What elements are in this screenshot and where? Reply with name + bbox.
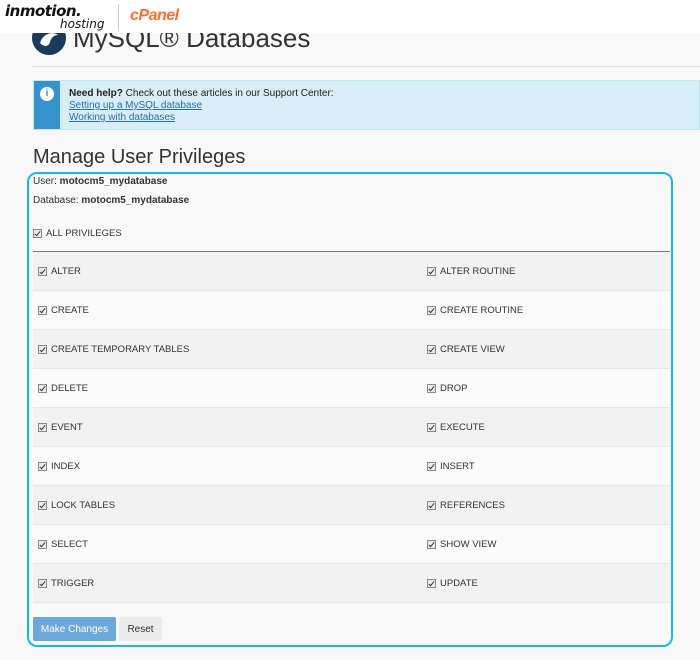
privilege-checkbox[interactable] — [38, 267, 47, 276]
privilege-label: CREATE ROUTINE — [440, 305, 524, 316]
privilege-checkbox[interactable] — [38, 579, 47, 588]
privilege-label: REFERENCES — [440, 500, 505, 511]
privilege-row: ALTER ALTER ROUTINE — [33, 252, 670, 291]
privilege-checkbox[interactable] — [427, 462, 436, 471]
privilege-option[interactable]: ALTER — [38, 266, 81, 277]
privilege-option[interactable]: ALTER ROUTINE — [427, 266, 515, 277]
info-icon: i — [40, 87, 54, 101]
privilege-option[interactable]: SELECT — [38, 539, 88, 550]
help-link-working-with-databases[interactable]: Working with databases — [69, 112, 175, 123]
privilege-label: EVENT — [51, 422, 83, 433]
privilege-option[interactable]: CREATE VIEW — [427, 344, 505, 355]
user-value: motocm5_mydatabase — [59, 176, 168, 187]
privilege-option[interactable]: REFERENCES — [427, 500, 505, 511]
privilege-checkbox[interactable] — [38, 345, 47, 354]
privilege-label: LOCK TABLES — [51, 500, 116, 511]
privilege-checkbox[interactable] — [38, 384, 47, 393]
section-title: Manage User Privileges — [33, 146, 246, 168]
privilege-option[interactable]: DROP — [427, 383, 467, 394]
privilege-option[interactable]: EVENT — [38, 422, 83, 433]
privilege-checkbox[interactable] — [38, 540, 47, 549]
page-title: MySQL® Databases — [73, 33, 311, 53]
privilege-option[interactable]: TRIGGER — [38, 578, 94, 589]
privilege-label: CREATE VIEW — [440, 344, 505, 355]
inmotion-logo-subtext: hosting — [60, 17, 105, 31]
privilege-label: CREATE — [51, 305, 89, 316]
all-privileges-checkbox[interactable] — [33, 228, 42, 238]
database-label: Database: — [33, 195, 82, 206]
privilege-row: DELETE DROP — [33, 369, 670, 408]
privilege-option[interactable]: DELETE — [38, 383, 88, 394]
help-link-row-2: Working with databases — [69, 112, 175, 123]
privilege-label: EXECUTE — [440, 422, 485, 433]
privilege-label: SHOW VIEW — [440, 539, 497, 550]
privilege-checkbox[interactable] — [427, 540, 436, 549]
help-lead: Need help? Check out these articles in o… — [69, 88, 334, 99]
privilege-row: CREATE TEMPORARY TABLES CREATE VIEW — [33, 330, 670, 369]
privilege-option[interactable]: INDEX — [38, 461, 80, 472]
privilege-label: TRIGGER — [51, 578, 95, 589]
help-lead-bold: Need help? — [69, 88, 123, 99]
privilege-option[interactable]: SHOW VIEW — [427, 539, 496, 550]
help-link-setting-up-mysql[interactable]: Setting up a MySQL database — [69, 100, 202, 111]
all-privileges-row[interactable]: ALL PRIVILEGES — [33, 226, 122, 240]
privilege-option[interactable]: INSERT — [427, 461, 475, 472]
privilege-checkbox[interactable] — [427, 579, 436, 588]
privilege-label: DELETE — [51, 383, 88, 394]
privilege-label: ALTER ROUTINE — [440, 266, 516, 277]
privilege-checkbox[interactable] — [427, 501, 436, 510]
make-changes-button[interactable]: Make Changes — [33, 617, 116, 641]
privilege-option[interactable]: CREATE ROUTINE — [427, 305, 523, 316]
privilege-checkbox[interactable] — [38, 501, 47, 510]
database-line: Database: motocm5_mydatabase — [33, 195, 189, 206]
privilege-checkbox[interactable] — [427, 345, 436, 354]
database-logo-icon — [32, 33, 66, 55]
privilege-checkbox[interactable] — [427, 423, 436, 432]
privilege-label: UPDATE — [440, 578, 478, 589]
privilege-checkbox[interactable] — [38, 462, 47, 471]
privilege-checkbox[interactable] — [38, 423, 47, 432]
privilege-option[interactable]: UPDATE — [427, 578, 478, 589]
user-line: User: motocm5_mydatabase — [33, 176, 168, 187]
page-header: MySQL® Databases — [32, 33, 700, 67]
privilege-row: CREATE CREATE ROUTINE — [33, 291, 670, 330]
privilege-label: SELECT — [51, 539, 88, 550]
privilege-option[interactable]: EXECUTE — [427, 422, 485, 433]
user-label: User: — [33, 176, 60, 187]
reset-button[interactable]: Reset — [119, 617, 162, 641]
privilege-option[interactable]: CREATE TEMPORARY TABLES — [38, 344, 189, 355]
database-value: motocm5_mydatabase — [81, 195, 190, 206]
privilege-row: EVENT EXECUTE — [33, 408, 670, 447]
help-callout: i Need help? Check out these articles in… — [33, 80, 700, 130]
privilege-label: INDEX — [51, 461, 81, 472]
privilege-checkbox[interactable] — [427, 306, 436, 315]
privilege-option[interactable]: CREATE — [38, 305, 89, 316]
brand-divider — [118, 4, 119, 30]
privileges-table: ALTER ALTER ROUTINE CREATE CREATE ROUTINE CR… — [33, 252, 670, 603]
privilege-label: CREATE TEMPORARY TABLES — [51, 344, 190, 355]
privilege-row: INDEX INSERT — [33, 447, 670, 486]
all-privileges-label: ALL PRIVILEGES — [46, 227, 122, 239]
privilege-checkbox[interactable] — [427, 384, 436, 393]
help-lead-text: Check out these articles in our Support … — [122, 88, 334, 99]
privilege-row: TRIGGER UPDATE — [33, 564, 670, 603]
privilege-label: DROP — [440, 383, 468, 394]
privilege-checkbox[interactable] — [427, 267, 436, 276]
privilege-checkbox[interactable] — [38, 306, 47, 315]
top-bar: inmotion. hosting cPanel — [0, 0, 700, 33]
inmotion-logo[interactable]: inmotion. hosting — [5, 2, 105, 31]
help-icon-column: i — [34, 81, 60, 129]
help-link-row-1: Setting up a MySQL database — [69, 100, 202, 111]
privilege-row: SELECT SHOW VIEW — [33, 525, 670, 564]
privilege-label: ALTER — [51, 266, 81, 277]
privilege-option[interactable]: LOCK TABLES — [38, 500, 115, 511]
privilege-label: INSERT — [440, 461, 475, 472]
privilege-row: LOCK TABLES REFERENCES — [33, 486, 670, 525]
cpanel-logo[interactable]: cPanel — [130, 7, 179, 25]
